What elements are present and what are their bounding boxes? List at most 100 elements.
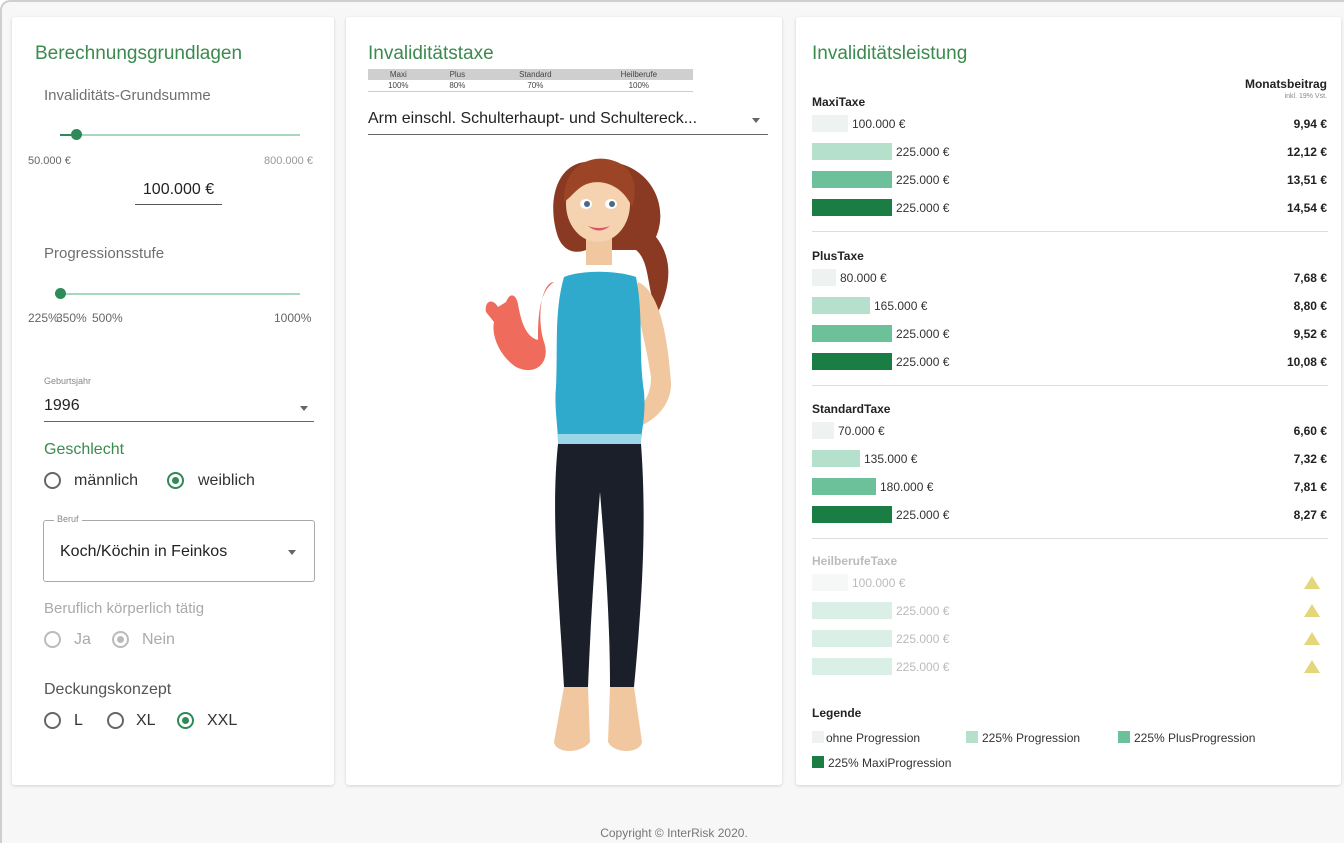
legende-title: Legende xyxy=(812,706,862,720)
chevron-down-icon xyxy=(752,118,760,123)
radio-ja-label[interactable]: Ja xyxy=(74,631,91,649)
taxe-value: 100% xyxy=(368,80,429,92)
card-title: Berechnungsgrundlagen xyxy=(35,43,243,64)
monatsbeitrag-sub: inkl. 19% Vst. xyxy=(1284,93,1327,100)
radio-xxl-label[interactable]: XXL xyxy=(207,712,237,730)
grundsumme-min: 50.000 € xyxy=(28,155,71,167)
leggings xyxy=(555,444,644,687)
benefit-price: 9,94 € xyxy=(1293,117,1327,131)
radio-l[interactable] xyxy=(44,712,61,729)
radio-weiblich[interactable] xyxy=(167,472,184,489)
koerperlich-label: Beruflich körperlich tätig xyxy=(44,600,205,617)
section-divider xyxy=(812,538,1328,539)
section-title: StandardTaxe xyxy=(812,402,891,416)
benefit-amount: 225.000 € xyxy=(896,145,950,159)
legend-swatch-225 xyxy=(966,731,978,743)
geburtsjahr-value: 1996 xyxy=(44,397,80,414)
chevron-down-icon xyxy=(300,406,308,411)
section-divider xyxy=(812,385,1328,386)
progression-slider-thumb[interactable] xyxy=(55,288,66,299)
radio-l-label[interactable]: L xyxy=(74,712,83,730)
tank-top xyxy=(555,271,645,442)
grundsumme-input[interactable]: 100.000 € xyxy=(135,177,222,205)
section-title: PlusTaxe xyxy=(812,249,864,263)
benefit-bar xyxy=(812,450,860,467)
benefit-bar xyxy=(812,199,892,216)
beruf-select[interactable]: Beruf Koch/Köchin in Feinkos xyxy=(43,514,315,582)
benefit-price: 14,54 € xyxy=(1286,201,1327,215)
benefit-price: 6,60 € xyxy=(1293,424,1327,438)
warning-icon xyxy=(1304,660,1320,673)
radio-maennlich-label[interactable]: männlich xyxy=(74,472,138,490)
beruf-value: Koch/Köchin in Feinkos xyxy=(60,543,228,560)
benefit-bar xyxy=(812,422,834,439)
progression-tick-350: 350% xyxy=(56,311,87,325)
benefit-price: 7,81 € xyxy=(1293,480,1327,494)
benefit-amount: 100.000 € xyxy=(852,576,906,590)
benefit-price: 12,12 € xyxy=(1286,145,1327,159)
radio-xxl[interactable] xyxy=(177,712,194,729)
grundsumme-label: Invaliditäts-Grundsumme xyxy=(44,87,211,104)
geburtsjahr-label: Geburtsjahr xyxy=(44,376,92,386)
progression-tick-1000: 1000% xyxy=(274,311,312,325)
benefit-price: 7,32 € xyxy=(1293,452,1327,466)
koerperteil-select[interactable]: Arm einschl. Schulterhaupt- und Schulter… xyxy=(368,107,768,135)
taxe-header: Standard xyxy=(486,69,585,80)
grundsumme-slider-thumb[interactable] xyxy=(71,129,82,140)
benefit-price: 8,27 € xyxy=(1293,508,1327,522)
koerperteil-value: Arm einschl. Schulterhaupt- und Schulter… xyxy=(368,110,698,127)
benefit-amount: 225.000 € xyxy=(896,604,950,618)
benefit-bar xyxy=(812,506,892,523)
benefit-bar xyxy=(812,478,876,495)
benefit-bar xyxy=(812,143,892,160)
benefit-bar xyxy=(812,658,892,675)
beruf-label: Beruf xyxy=(54,514,82,524)
legend-item: 225% MaxiProgression xyxy=(828,756,952,770)
body-figure[interactable] xyxy=(446,142,766,767)
legend-item: 225% PlusProgression xyxy=(1134,731,1256,745)
taxe-value: 100% xyxy=(584,80,693,92)
legend-item: ohne Progression xyxy=(826,731,921,745)
benefit-bar xyxy=(812,269,836,286)
progression-tick-500: 500% xyxy=(92,311,123,325)
benefit-price: 8,80 € xyxy=(1293,299,1327,313)
radio-nein[interactable] xyxy=(112,631,129,648)
benefit-amount: 80.000 € xyxy=(840,271,887,285)
invaliditaetsleistung-card: Invaliditätsleistung Monatsbeitrag inkl.… xyxy=(796,17,1341,785)
radio-xl[interactable] xyxy=(107,712,124,729)
app-frame: Berechnungsgrundlagen Invaliditäts-Grund… xyxy=(0,0,1344,843)
benefit-amount: 135.000 € xyxy=(864,452,918,466)
arm-highlighted xyxy=(485,282,554,371)
taxe-table: Maxi Plus Standard Heilberufe 100% 80% 7… xyxy=(368,69,693,92)
footer-copyright: Copyright © InterRisk 2020. xyxy=(600,826,748,840)
radio-maennlich[interactable] xyxy=(44,472,61,489)
benefit-amount: 180.000 € xyxy=(880,480,934,494)
radio-nein-label[interactable]: Nein xyxy=(142,631,175,649)
section-title: HeilberufeTaxe xyxy=(812,554,898,568)
benefit-bar xyxy=(812,325,892,342)
benefit-price: 10,08 € xyxy=(1286,355,1327,369)
benefit-amount: 225.000 € xyxy=(896,327,950,341)
progression-label: Progressionsstufe xyxy=(44,245,165,262)
legend-swatch-none xyxy=(812,731,824,743)
card-title: Invaliditätstaxe xyxy=(368,43,494,64)
benefit-amount: 165.000 € xyxy=(874,299,928,313)
benefit-amount: 70.000 € xyxy=(838,424,885,438)
benefit-amount: 225.000 € xyxy=(896,355,950,369)
legend-swatch-maxi xyxy=(812,756,824,768)
taxe-value: 70% xyxy=(486,80,585,92)
grundsumme-max: 800.000 € xyxy=(264,155,313,167)
benefit-bar xyxy=(812,602,892,619)
benefit-amount: 225.000 € xyxy=(896,201,950,215)
radio-ja[interactable] xyxy=(44,631,61,648)
benefit-amount: 225.000 € xyxy=(896,508,950,522)
taxe-header: Plus xyxy=(428,69,487,80)
benefit-amount: 100.000 € xyxy=(852,117,906,131)
card-title: Invaliditätsleistung xyxy=(812,43,968,64)
radio-weiblich-label[interactable]: weiblich xyxy=(198,472,255,490)
geburtsjahr-select[interactable]: 1996 xyxy=(44,395,314,422)
benefit-bar xyxy=(812,297,870,314)
radio-xl-label[interactable]: XL xyxy=(136,712,156,730)
section-title: MaxiTaxe xyxy=(812,95,866,109)
taxe-value: 80% xyxy=(428,80,487,92)
